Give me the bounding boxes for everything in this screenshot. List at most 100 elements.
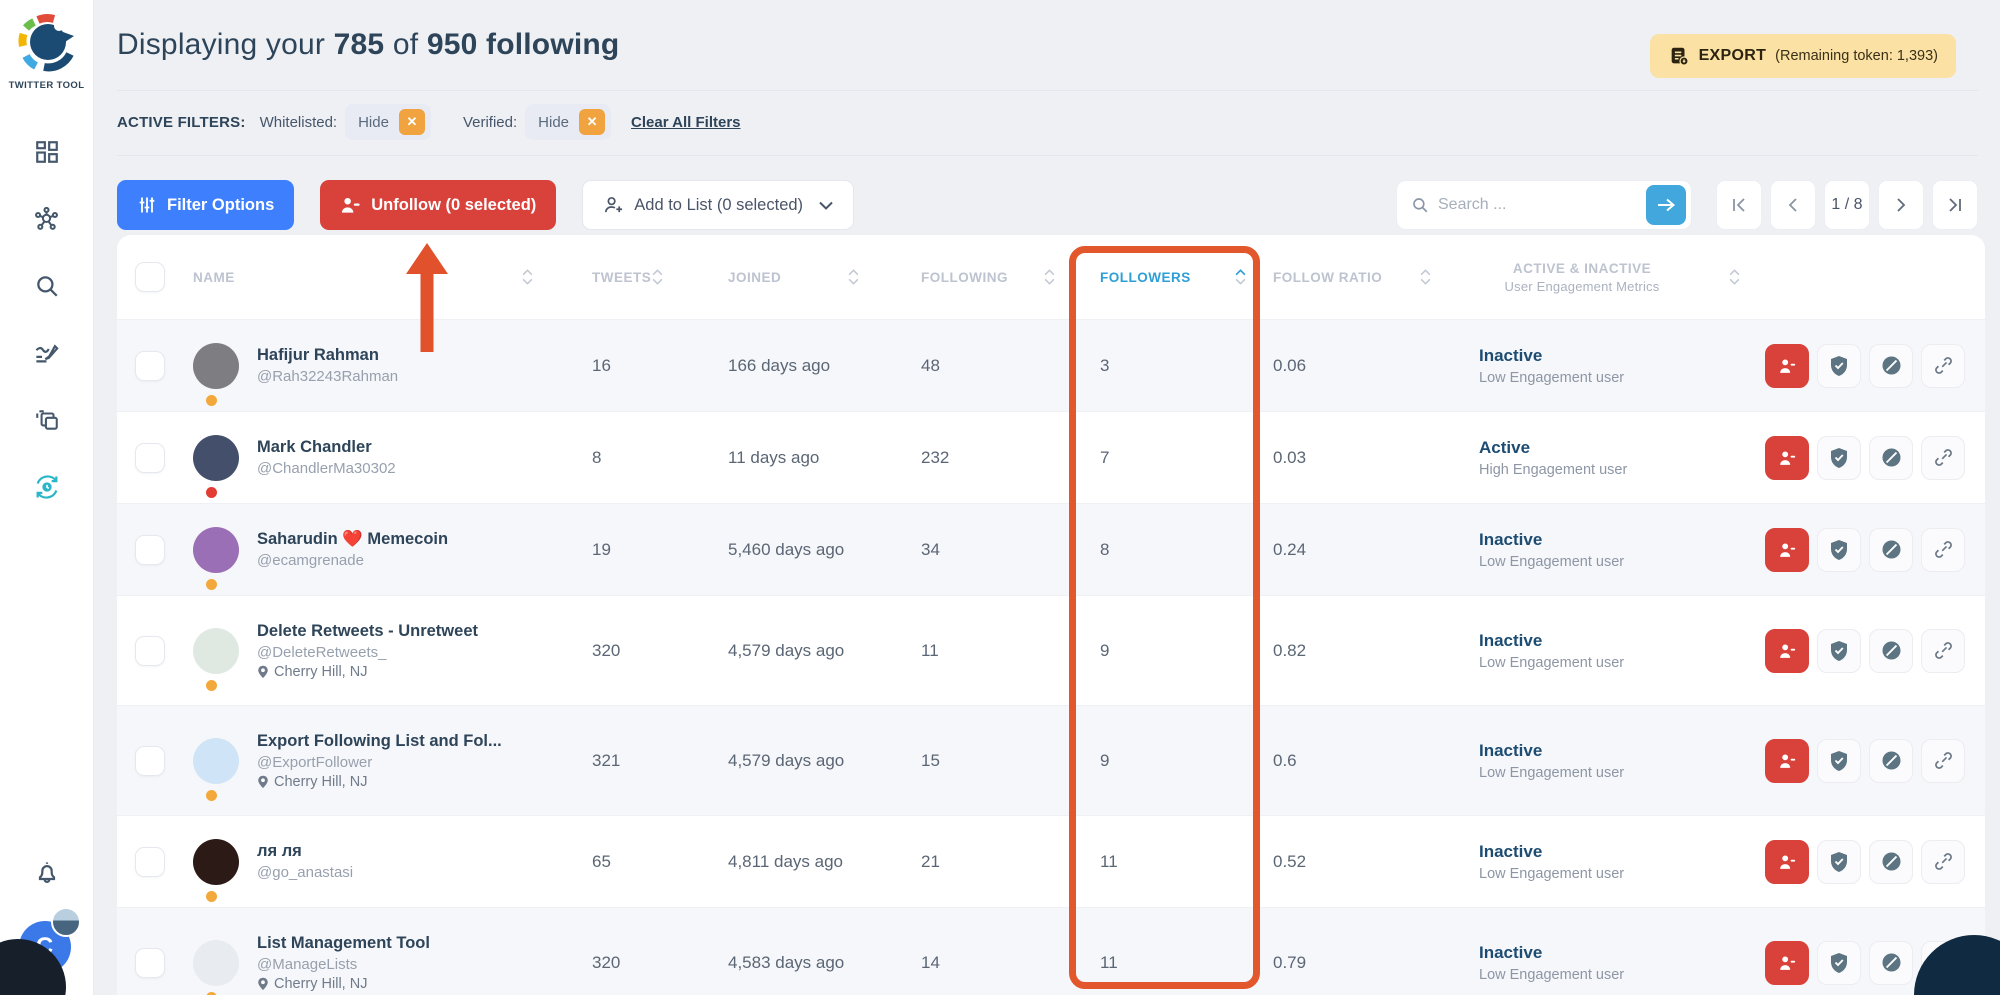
copy-layers-icon[interactable] [32,405,62,435]
row-checkbox[interactable] [135,351,165,381]
sort-icon-follow-ratio[interactable] [1420,269,1431,285]
clear-all-filters-link[interactable]: Clear All Filters [631,114,740,131]
sort-icon-joined[interactable] [848,269,859,285]
user-name[interactable]: Mark Chandler [257,438,396,457]
column-header-follow-ratio[interactable]: FOLLOW RATIO [1273,270,1382,285]
dashboard-icon[interactable] [32,137,62,167]
user-handle[interactable]: @ExportFollower [257,754,502,771]
whitelist-shield-button[interactable] [1817,344,1861,388]
row-unfollow-button[interactable] [1765,739,1809,783]
whitelist-shield-button[interactable] [1817,941,1861,985]
avatar[interactable] [193,343,239,389]
copy-link-button[interactable] [1921,840,1965,884]
filter-options-label: Filter Options [167,196,274,215]
avatar[interactable] [193,839,239,885]
ban-icon [1881,355,1902,376]
block-button[interactable] [1869,840,1913,884]
whitelist-shield-button[interactable] [1817,528,1861,572]
row-unfollow-button[interactable] [1765,941,1809,985]
user-name[interactable]: Export Following List and Fol... [257,732,502,751]
avatar[interactable] [193,527,239,573]
copy-link-button[interactable] [1921,629,1965,673]
user-name[interactable]: List Management Tool [257,934,430,953]
block-button[interactable] [1869,941,1913,985]
user-name[interactable]: Saharudin ❤️ Memecoin [257,530,448,549]
prev-page-button[interactable] [1770,180,1816,230]
row-unfollow-button[interactable] [1765,528,1809,572]
export-button[interactable]: EXPORT (Remaining token: 1,393) [1650,34,1956,78]
block-button[interactable] [1869,528,1913,572]
row-unfollow-button[interactable] [1765,840,1809,884]
table-header-row: NAME TWEETS JOINED [117,235,1985,320]
sort-icon-followers-active[interactable] [1235,269,1246,285]
column-header-following[interactable]: FOLLOWING [921,270,1008,285]
next-page-button[interactable] [1878,180,1924,230]
column-header-joined[interactable]: JOINED [728,270,781,285]
copy-link-button[interactable] [1921,436,1965,480]
export-label: EXPORT [1699,47,1767,65]
ban-icon [1881,640,1902,661]
row-checkbox[interactable] [135,746,165,776]
remove-filter-icon[interactable]: ✕ [399,109,425,135]
row-checkbox[interactable] [135,948,165,978]
user-handle[interactable]: @Rah32243Rahman [257,368,398,385]
avatar[interactable] [193,940,239,986]
user-handle[interactable]: @DeleteRetweets_ [257,644,478,661]
avatar[interactable] [193,738,239,784]
avatar[interactable] [193,628,239,674]
sync-history-icon[interactable] [32,472,62,502]
copy-link-button[interactable] [1921,344,1965,388]
row-checkbox[interactable] [135,535,165,565]
following-table: NAME TWEETS JOINED [117,235,1985,995]
user-handle[interactable]: @go_anastasi [257,864,353,881]
copy-link-button[interactable] [1921,739,1965,783]
select-all-checkbox[interactable] [135,262,165,292]
network-hub-icon[interactable] [32,204,62,234]
sort-icon-name[interactable] [522,269,533,285]
whitelist-shield-button[interactable] [1817,840,1861,884]
row-unfollow-button[interactable] [1765,344,1809,388]
user-name[interactable]: Delete Retweets - Unretweet [257,622,478,641]
row-unfollow-button[interactable] [1765,629,1809,673]
user-handle[interactable]: @ecamgrenade [257,552,448,569]
search-nav-icon[interactable] [32,271,62,301]
block-button[interactable] [1869,436,1913,480]
sort-icon-following[interactable] [1044,269,1055,285]
row-unfollow-button[interactable] [1765,436,1809,480]
avatar[interactable] [193,435,239,481]
user-name[interactable]: ля ля [257,842,353,861]
sort-icon-tweets[interactable] [652,269,663,285]
followers-value: 11 [1069,953,1260,973]
unfollow-button[interactable]: Unfollow (0 selected) [320,180,556,230]
row-checkbox[interactable] [135,847,165,877]
user-name[interactable]: Hafijur Rahman [257,346,398,365]
user-handle[interactable]: @ManageLists [257,956,430,973]
whitelist-shield-button[interactable] [1817,739,1861,783]
block-button[interactable] [1869,344,1913,388]
block-button[interactable] [1869,629,1913,673]
whitelist-shield-button[interactable] [1817,436,1861,480]
row-checkbox[interactable] [135,443,165,473]
sort-icon-status[interactable] [1729,269,1740,285]
column-header-followers[interactable]: FOLLOWERS [1100,270,1191,285]
user-handle[interactable]: @ChandlerMa30302 [257,460,396,477]
search-submit-button[interactable] [1646,185,1686,225]
remove-filter-icon[interactable]: ✕ [579,109,605,135]
block-button[interactable] [1869,739,1913,783]
column-header-tweets[interactable]: TWEETS [592,270,651,285]
compose-edit-icon[interactable] [32,338,62,368]
first-page-button[interactable] [1716,180,1762,230]
followers-value: 11 [1069,852,1260,872]
filter-options-button[interactable]: Filter Options [117,180,294,230]
copy-link-button[interactable] [1921,528,1965,572]
table-row: ля ля @go_anastasi 65 4,811 days ago 21 … [117,816,1985,908]
column-header-status[interactable]: ACTIVE & INACTIVE [1513,261,1651,276]
location-text: Cherry Hill, NJ [274,976,367,992]
column-header-name[interactable]: NAME [193,270,235,285]
add-to-list-button[interactable]: Add to List (0 selected) [582,180,854,230]
row-checkbox[interactable] [135,636,165,666]
whitelist-shield-button[interactable] [1817,629,1861,673]
search-input[interactable] [1438,196,1646,214]
notifications-bell-icon[interactable] [32,857,62,887]
last-page-button[interactable] [1932,180,1978,230]
